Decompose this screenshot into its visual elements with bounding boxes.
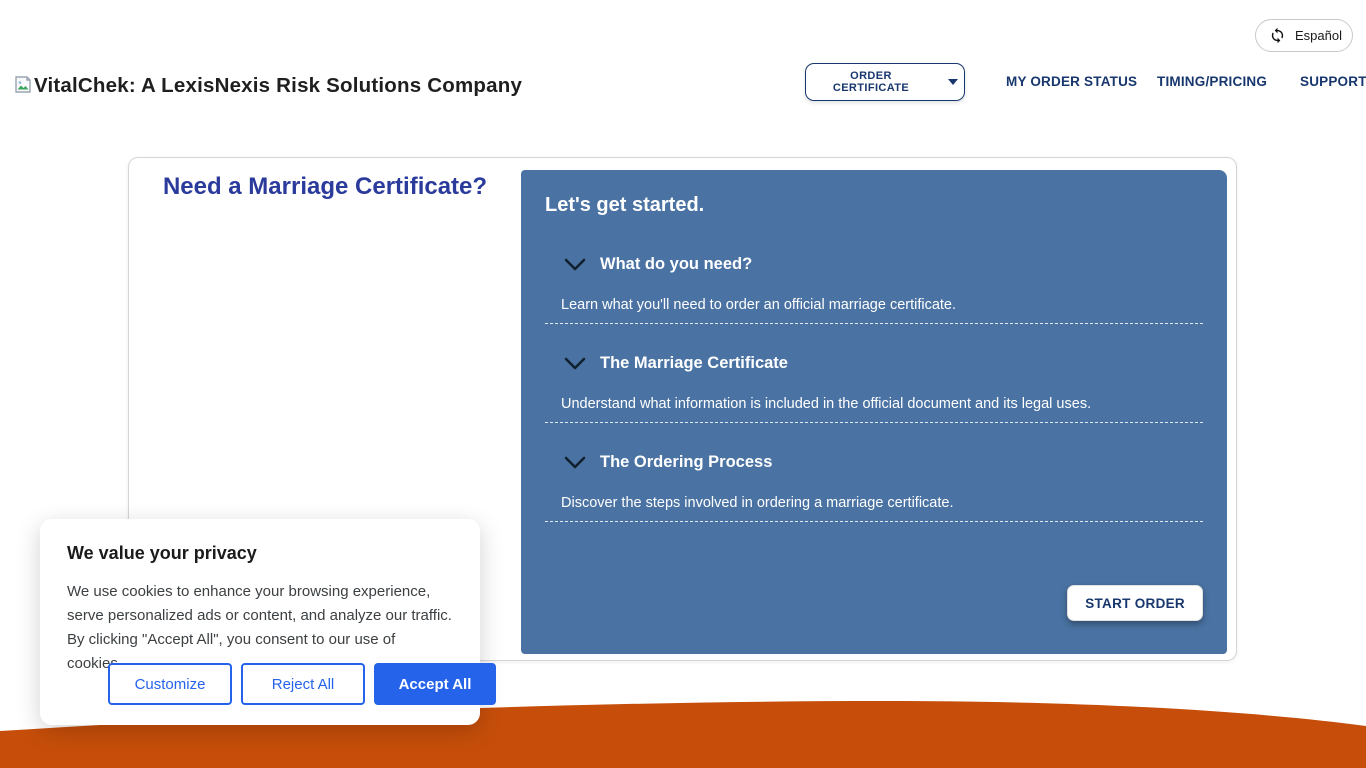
logo-alt-text: VitalChek: A LexisNexis Risk Solutions C… — [34, 74, 522, 98]
accordion-item-what-you-need: What do you need? Learn what you'll need… — [545, 255, 1203, 324]
cookie-actions: Customize Reject All Accept All — [108, 663, 496, 705]
page-title: Need a Marriage Certificate? — [129, 173, 521, 201]
accordion-description: Understand what information is included … — [561, 396, 1203, 412]
start-order-button[interactable]: START ORDER — [1067, 585, 1203, 621]
nav-my-order-status[interactable]: MY ORDER STATUS — [1006, 74, 1137, 89]
order-certificate-label: ORDER CERTIFICATE — [812, 70, 930, 94]
cookie-consent-dialog: We value your privacy We use cookies to … — [40, 519, 480, 725]
accordion-description: Learn what you'll need to order an offic… — [561, 297, 1203, 313]
chevron-down-icon — [564, 456, 586, 469]
get-started-panel: Let's get started. What do you need? Lea… — [521, 170, 1227, 654]
logo[interactable]: VitalChek: A LexisNexis Risk Solutions C… — [14, 74, 522, 98]
cookie-body: We use cookies to enhance your browsing … — [67, 580, 453, 676]
chevron-down-icon — [564, 357, 586, 370]
reject-all-button[interactable]: Reject All — [241, 663, 365, 705]
accordion-toggle-ordering-process[interactable]: The Ordering Process — [564, 453, 1203, 472]
page: Español VitalChek: A LexisNexis Risk Sol… — [0, 0, 1366, 768]
accordion-title: What do you need? — [600, 255, 752, 274]
customize-button[interactable]: Customize — [108, 663, 232, 705]
nav-timing-pricing[interactable]: TIMING/PRICING — [1157, 74, 1267, 89]
caret-down-icon — [948, 79, 958, 85]
accordion-toggle-what-you-need[interactable]: What do you need? — [564, 255, 1203, 274]
accordion-toggle-marriage-certificate[interactable]: The Marriage Certificate — [564, 354, 1203, 373]
order-certificate-button[interactable]: ORDER CERTIFICATE — [805, 63, 965, 101]
accordion-description: Discover the steps involved in ordering … — [561, 495, 1203, 511]
accordion-item-marriage-certificate: The Marriage Certificate Understand what… — [545, 354, 1203, 423]
broken-image-icon — [14, 76, 32, 93]
accordion-item-ordering-process: The Ordering Process Discover the steps … — [545, 453, 1203, 522]
sync-icon — [1269, 27, 1286, 44]
chevron-down-icon — [564, 258, 586, 271]
language-toggle-button[interactable]: Español — [1255, 19, 1353, 52]
accordion-title: The Ordering Process — [600, 453, 772, 472]
cookie-title: We value your privacy — [67, 543, 453, 564]
panel-title: Let's get started. — [545, 194, 1203, 217]
language-label: Español — [1295, 28, 1342, 43]
nav-support[interactable]: SUPPORT — [1300, 74, 1366, 89]
accordion-title: The Marriage Certificate — [600, 354, 788, 373]
accept-all-button[interactable]: Accept All — [374, 663, 496, 705]
